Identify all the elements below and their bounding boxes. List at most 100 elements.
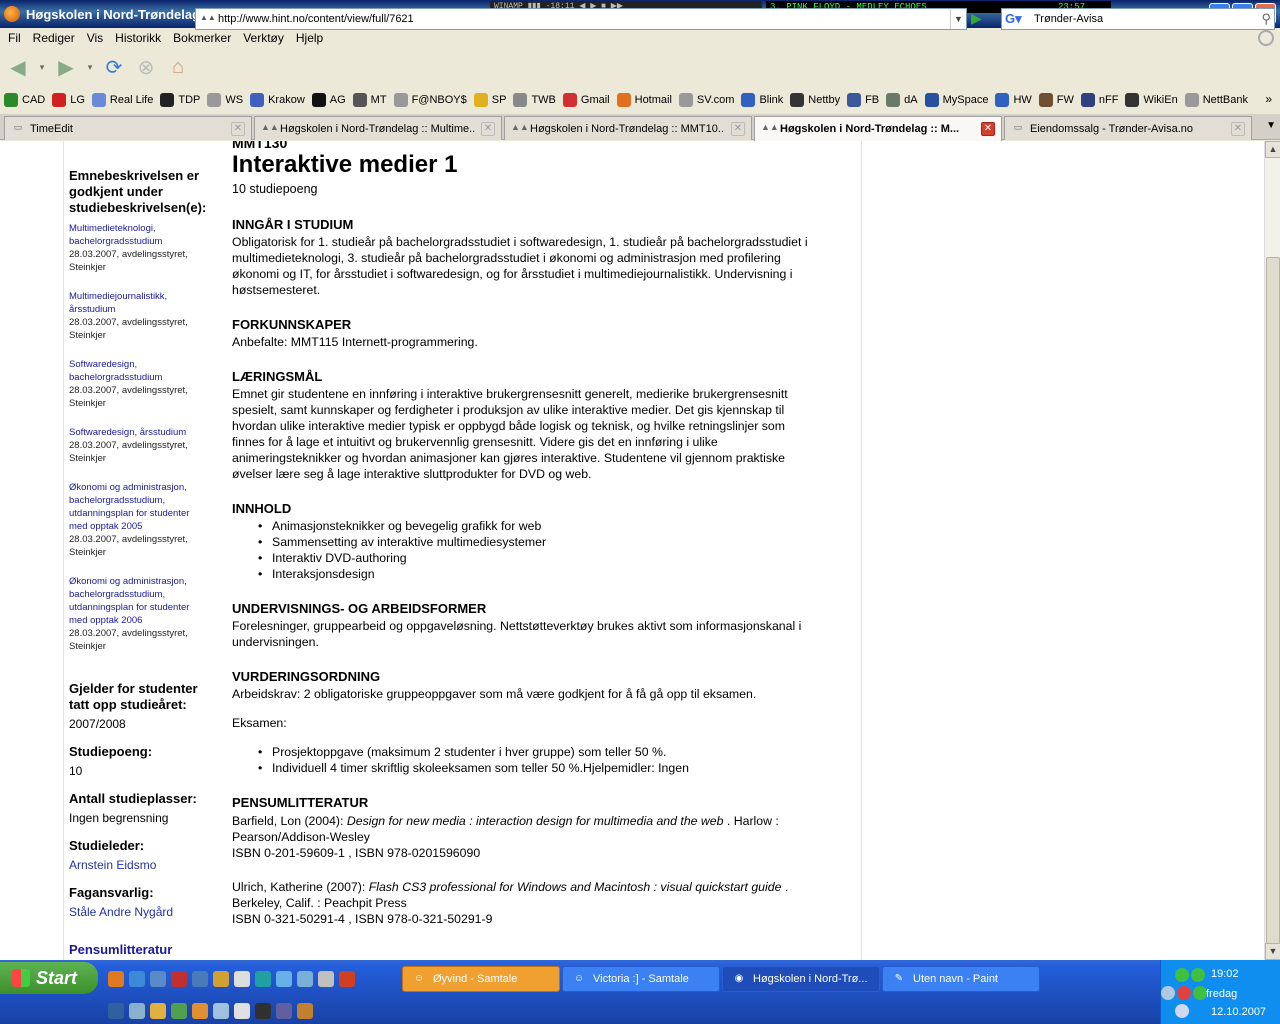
bookmarks-overflow-chevron-icon[interactable]: » (1265, 92, 1272, 106)
app-launch-icon[interactable] (171, 1003, 187, 1019)
app-launch-icon[interactable] (150, 1003, 166, 1019)
search-input[interactable]: G▾ Trønder-Avisa ⚲ (1001, 8, 1275, 30)
menu-tools[interactable]: Verktøy (239, 31, 292, 45)
taskbar-item-victoria-chat[interactable]: ☺ Victoria :] - Samtale (562, 966, 720, 992)
ie-launch-icon[interactable] (129, 971, 145, 987)
search-icon[interactable]: ⚲ (1261, 11, 1271, 27)
app-launch-icon[interactable] (192, 1003, 208, 1019)
media-player-launch-icon[interactable] (234, 971, 250, 987)
app-launch-icon[interactable] (255, 971, 271, 987)
bookmark-item[interactable]: F@NBOY$ (393, 93, 467, 107)
bookmark-item[interactable]: Gmail (562, 93, 610, 107)
msn-status-icon[interactable] (1193, 986, 1207, 1000)
bookmark-item[interactable]: WikiEn (1125, 93, 1178, 107)
bookmark-item[interactable]: Hotmail (616, 93, 672, 107)
scroll-up-arrow-icon[interactable]: ▲ (1265, 141, 1280, 158)
app-launch-icon[interactable] (108, 1003, 124, 1019)
menu-bookmarks[interactable]: Bokmerker (169, 31, 239, 45)
bookmark-item[interactable]: SV.com (678, 93, 734, 107)
scrollbar-thumb[interactable] (1266, 257, 1280, 945)
vertical-scrollbar[interactable]: ▲ ▼ (1264, 141, 1280, 960)
bookmark-item[interactable]: TDP (160, 93, 200, 107)
bookmark-item[interactable]: AG (311, 93, 346, 107)
bookmark-item[interactable]: HW (995, 93, 1032, 107)
menu-edit[interactable]: Rediger (29, 31, 83, 45)
app-launch-icon[interactable] (255, 1003, 271, 1019)
back-history-dropdown[interactable]: ▾ (36, 53, 48, 81)
explorer-launch-icon[interactable] (150, 971, 166, 987)
menu-history[interactable]: Historikk (111, 31, 169, 45)
app-launch-icon[interactable] (171, 971, 187, 987)
network-icon[interactable] (1175, 1004, 1189, 1018)
tab-timeedit[interactable]: ▭ TimeEdit ✕ (4, 116, 252, 140)
app-launch-icon[interactable] (276, 971, 292, 987)
tab-hint-mmt10[interactable]: ▲▲ Høgskolen i Nord-Trøndelag :: MMT10..… (504, 116, 752, 140)
app-launch-icon[interactable] (129, 1003, 145, 1019)
forward-button[interactable]: ▶ (52, 53, 80, 81)
tab-close-icon[interactable]: ✕ (1231, 121, 1245, 136)
menu-file[interactable]: Fil (4, 31, 29, 45)
app-launch-icon[interactable] (339, 971, 355, 987)
tab-close-icon[interactable]: ✕ (481, 121, 495, 136)
app-launch-icon[interactable] (318, 971, 334, 987)
bookmark-item[interactable]: FB (847, 93, 879, 107)
tab-close-icon[interactable]: ✕ (981, 122, 995, 136)
stop-button[interactable]: ⊗ (132, 53, 160, 81)
app-launch-icon[interactable] (297, 971, 313, 987)
bookmark-item[interactable]: MySpace (924, 93, 988, 107)
bookmark-item[interactable]: CAD (4, 93, 45, 107)
bookmark-item[interactable]: FW (1038, 93, 1074, 107)
forward-history-dropdown[interactable]: ▾ (84, 53, 96, 81)
app-launch-icon[interactable] (276, 1003, 292, 1019)
url-dropdown-button[interactable]: ▼ (950, 9, 966, 29)
bookmark-item[interactable]: Real Life (91, 93, 153, 107)
tab-close-icon[interactable]: ✕ (731, 121, 745, 136)
tab-close-icon[interactable]: ✕ (231, 121, 245, 136)
program-link[interactable]: Softwaredesign, årsstudium (69, 426, 209, 439)
back-button[interactable]: ◀ (4, 53, 32, 81)
program-link[interactable]: Multimediejournalistikk, årsstudium (69, 290, 209, 316)
bookmark-item[interactable]: TWB (513, 93, 556, 107)
tab-list-dropdown-icon[interactable]: ▼ (1266, 120, 1276, 131)
app-launch-icon[interactable] (192, 971, 208, 987)
taskbar-item-firefox[interactable]: ◉ Høgskolen i Nord-Trø... (722, 966, 880, 992)
go-button[interactable]: ▶ (971, 10, 989, 28)
app-launch-icon[interactable] (297, 1003, 313, 1019)
bookmark-item[interactable]: Nettby (790, 93, 840, 107)
program-link[interactable]: Økonomi og administrasjon, bachelorgrads… (69, 575, 209, 627)
program-link[interactable]: Multimedieteknologi, bachelorgradsstudiu… (69, 222, 209, 248)
tab-hint-multimedia[interactable]: ▲▲ Høgskolen i Nord-Trøndelag :: Multime… (254, 116, 502, 140)
tray-collapse-icon[interactable] (1161, 986, 1175, 1000)
bookmark-item[interactable]: SP (473, 93, 506, 107)
program-leader-link[interactable]: Arnstein Eidsmo (69, 857, 209, 873)
taskbar-item-paint[interactable]: ✎ Uten navn - Paint (882, 966, 1040, 992)
bookmark-item[interactable]: dA (886, 93, 918, 107)
msn-status-icon[interactable] (1191, 968, 1205, 982)
home-button[interactable]: ⌂ (164, 53, 192, 81)
program-link[interactable]: Økonomi og administrasjon, bachelorgrads… (69, 481, 209, 533)
start-button[interactable]: Start (0, 962, 98, 994)
program-link[interactable]: Softwaredesign, bachelorgradsstudium (69, 358, 209, 384)
taskbar-item-oyvind-chat[interactable]: ☺ Øyvind - Samtale (402, 966, 560, 992)
syllabus-link[interactable]: Pensumlitteratur (69, 942, 209, 957)
app-launch-icon[interactable] (234, 1003, 250, 1019)
bookmark-item[interactable]: Krakow (250, 93, 305, 107)
bookmark-item[interactable]: NettBank (1184, 93, 1248, 107)
url-bar[interactable]: ▲▲ http://www.hint.no/content/view/full/… (195, 8, 967, 30)
google-search-engine-icon[interactable]: G▾ (1005, 11, 1029, 27)
security-alert-icon[interactable] (1177, 986, 1191, 1000)
menu-help[interactable]: Hjelp (292, 31, 331, 45)
bookmark-item[interactable]: MT (352, 93, 387, 107)
scroll-down-arrow-icon[interactable]: ▼ (1265, 943, 1280, 960)
bookmark-item[interactable]: Blink (741, 93, 783, 107)
msn-status-icon[interactable] (1175, 968, 1189, 982)
reload-button[interactable]: ⟳ (100, 53, 128, 81)
firefox-launch-icon[interactable] (108, 971, 124, 987)
bookmark-item[interactable]: nFF (1080, 93, 1118, 107)
course-responsible-link[interactable]: Ståle Andre Nygård (69, 904, 209, 920)
tab-tronder-avisa[interactable]: ▭ Eiendomssalg - Trønder-Avisa.no ✕ (1004, 116, 1252, 140)
app-launch-icon[interactable] (213, 1003, 229, 1019)
app-launch-icon[interactable] (213, 971, 229, 987)
menu-view[interactable]: Vis (83, 31, 111, 45)
bookmark-item[interactable]: WS (207, 93, 243, 107)
